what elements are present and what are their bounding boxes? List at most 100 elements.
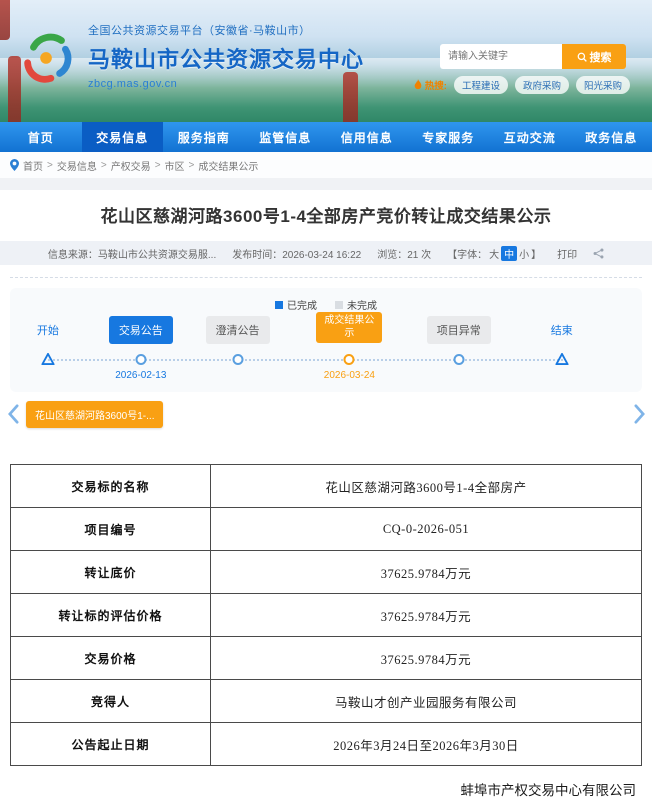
hot-search-label: 热搜:: [413, 78, 447, 92]
breadcrumb-item[interactable]: 首页: [23, 158, 43, 173]
chevron-right-icon[interactable]: [630, 402, 648, 426]
legend-done: 已完成: [275, 297, 317, 312]
row-value: 37625.9784万元: [210, 593, 642, 637]
stage-result-publicity: 成交结果公示: [316, 312, 383, 343]
row-value: 37625.9784万元: [210, 636, 642, 680]
chevron-left-icon[interactable]: [4, 402, 22, 426]
font-size-medium-button[interactable]: 中: [501, 245, 518, 261]
site-brand: 全国公共资源交易平台（安徽省·马鞍山市） 马鞍山市公共资源交易中心 zbcg.m…: [88, 22, 364, 90]
platform-tagline: 全国公共资源交易平台（安徽省·马鞍山市）: [88, 25, 311, 37]
signature-company: 蚌埠市产权交易中心有限公司: [460, 783, 637, 798]
table-row: 竞得人 马鞍山才创产业园服务有限公司: [10, 679, 642, 723]
hot-search-item[interactable]: 工程建设: [453, 76, 508, 94]
site-url: zbcg.mas.gov.cn: [88, 78, 178, 90]
breadcrumb-separator: >: [188, 159, 195, 171]
timeline-track: [47, 359, 563, 361]
table-row: 转让标的评估价格 37625.9784万元: [10, 593, 642, 637]
font-size-control: 【字体： 大 中 小 】: [447, 245, 542, 261]
hot-search-item[interactable]: 阳光采购: [575, 76, 630, 94]
row-value: 37625.9784万元: [210, 550, 642, 594]
stage-button-project-abnormal[interactable]: 项目异常: [426, 316, 491, 344]
nav-item-supervision-info[interactable]: 监管信息: [245, 122, 327, 152]
legend-pending-swatch: [335, 300, 343, 309]
breadcrumb-item[interactable]: 交易信息: [57, 158, 97, 173]
nav-item-home[interactable]: 首页: [0, 122, 82, 152]
row-label: 交易标的名称: [10, 464, 211, 508]
table-row: 交易价格 37625.9784万元: [10, 636, 642, 680]
row-value: CQ-0-2026-051: [210, 507, 642, 551]
breadcrumb-item: 成交结果公示: [198, 161, 259, 173]
row-value: 马鞍山才创产业园服务有限公司: [210, 679, 642, 723]
row-label: 转让底价: [10, 550, 211, 594]
nav-item-trade-info[interactable]: 交易信息: [81, 122, 163, 152]
signature-block: 蚌埠市产权交易中心有限公司 2026 年 3 月 24 日: [0, 778, 652, 806]
timeline-start-marker: [40, 351, 55, 365]
font-prefix: 【字体：: [447, 249, 488, 261]
timeline-start-label: 开始: [36, 325, 59, 337]
hot-search-item[interactable]: 政府采购: [514, 76, 569, 94]
breadcrumb-item[interactable]: 产权交易: [111, 158, 151, 173]
search-input[interactable]: [440, 44, 562, 69]
row-label: 项目编号: [10, 507, 211, 551]
breadcrumb: 首页 > 交易信息 > 产权交易 > 市区 > 成交结果公示: [0, 152, 652, 178]
article-meta-bar: 信息来源：马鞍山市公共资源交易服... 发布时间：2026-03-24 16:2…: [0, 241, 652, 265]
location-pin-icon: [10, 159, 19, 171]
print-button[interactable]: 打印: [557, 246, 577, 261]
stage-button-result-publicity[interactable]: 成交结果公示: [316, 312, 383, 343]
result-table: 交易标的名称 花山区慈湖河路3600号1-4全部房产 项目编号 CQ-0-202…: [10, 464, 642, 766]
dashed-divider: [10, 277, 642, 278]
search-button[interactable]: 搜索: [562, 44, 626, 69]
site-banner: 全国公共资源交易平台（安徽省·马鞍山市） 马鞍山市公共资源交易中心 zbcg.m…: [0, 0, 652, 122]
table-row: 交易标的名称 花山区慈湖河路3600号1-4全部房产: [10, 464, 642, 508]
nav-item-interaction[interactable]: 互动交流: [489, 122, 571, 152]
table-row: 转让底价 37625.9784万元: [10, 550, 642, 594]
row-label: 公告起止日期: [10, 722, 211, 766]
meta-views: 浏览：21 次: [377, 249, 432, 261]
stage-date-active: 2026-03-24: [323, 370, 375, 381]
legend-pending: 未完成: [335, 297, 377, 312]
breadcrumb-separator: >: [100, 159, 107, 171]
table-row: 项目编号 CQ-0-2026-051: [10, 507, 642, 551]
font-suffix: 】: [531, 249, 542, 261]
search-icon: [577, 52, 587, 62]
active-item-tab[interactable]: 花山区慈湖河路3600号1-...: [26, 400, 164, 428]
stage-button-clarification[interactable]: 澄清公告: [205, 316, 270, 344]
share-icon[interactable]: [593, 248, 604, 259]
timeline-end-label: 结束: [550, 325, 573, 337]
search-bar: 搜索: [440, 44, 626, 69]
meta-publish-time: 发布时间：2026-03-24 16:22: [232, 249, 362, 261]
nav-item-expert-service[interactable]: 专家服务: [408, 122, 490, 152]
item-carousel: 花山区慈湖河路3600号1-...: [4, 400, 648, 428]
stage-date: 2026-02-13: [115, 370, 167, 381]
timeline-node: [453, 354, 465, 365]
stage-button-trade-announcement[interactable]: 交易公告: [108, 316, 173, 344]
row-label: 转让标的评估价格: [10, 593, 211, 637]
legend-done-swatch: [275, 300, 283, 309]
timeline-legend: 已完成 未完成: [10, 297, 642, 312]
timeline-end-marker: [554, 351, 569, 365]
breadcrumb-separator: >: [154, 159, 161, 171]
process-timeline: 已完成 未完成 开始 交易公告 澄清公告 成交结果公示 项目异常 结束 2026…: [10, 288, 642, 392]
meta-source: 信息来源：马鞍山市公共资源交易服...: [47, 249, 217, 261]
search-button-label: 搜索: [589, 51, 612, 64]
stage-trade-announcement: 交易公告: [108, 316, 173, 344]
nav-item-service-guide[interactable]: 服务指南: [163, 122, 245, 152]
flame-icon: [413, 79, 423, 91]
breadcrumb-item[interactable]: 市区: [165, 158, 185, 173]
hot-search-row: 热搜: 工程建设 政府采购 阳光采购: [413, 76, 630, 94]
timeline-node-active: [343, 354, 355, 365]
site-logo: [16, 26, 78, 88]
nav-item-credit-info[interactable]: 信用信息: [326, 122, 408, 152]
table-row: 公告起止日期 2026年3月24日至2026年3月30日: [10, 722, 642, 766]
nav-item-gov-info[interactable]: 政务信息: [571, 122, 652, 152]
timeline-node: [232, 354, 244, 365]
section-divider: [0, 178, 652, 190]
site-title: 马鞍山市公共资源交易中心: [88, 47, 365, 72]
row-value: 花山区慈湖河路3600号1-4全部房产: [210, 464, 642, 508]
timeline-node: [135, 354, 147, 365]
main-nav: 首页 交易信息 服务指南 监管信息 信用信息 专家服务 互动交流 政务信息: [0, 122, 652, 152]
font-size-large-button[interactable]: 大: [489, 246, 499, 261]
font-size-small-button[interactable]: 小: [519, 246, 529, 261]
banner-bridge-decor: [0, 0, 10, 40]
stage-clarification: 澄清公告: [205, 316, 270, 344]
